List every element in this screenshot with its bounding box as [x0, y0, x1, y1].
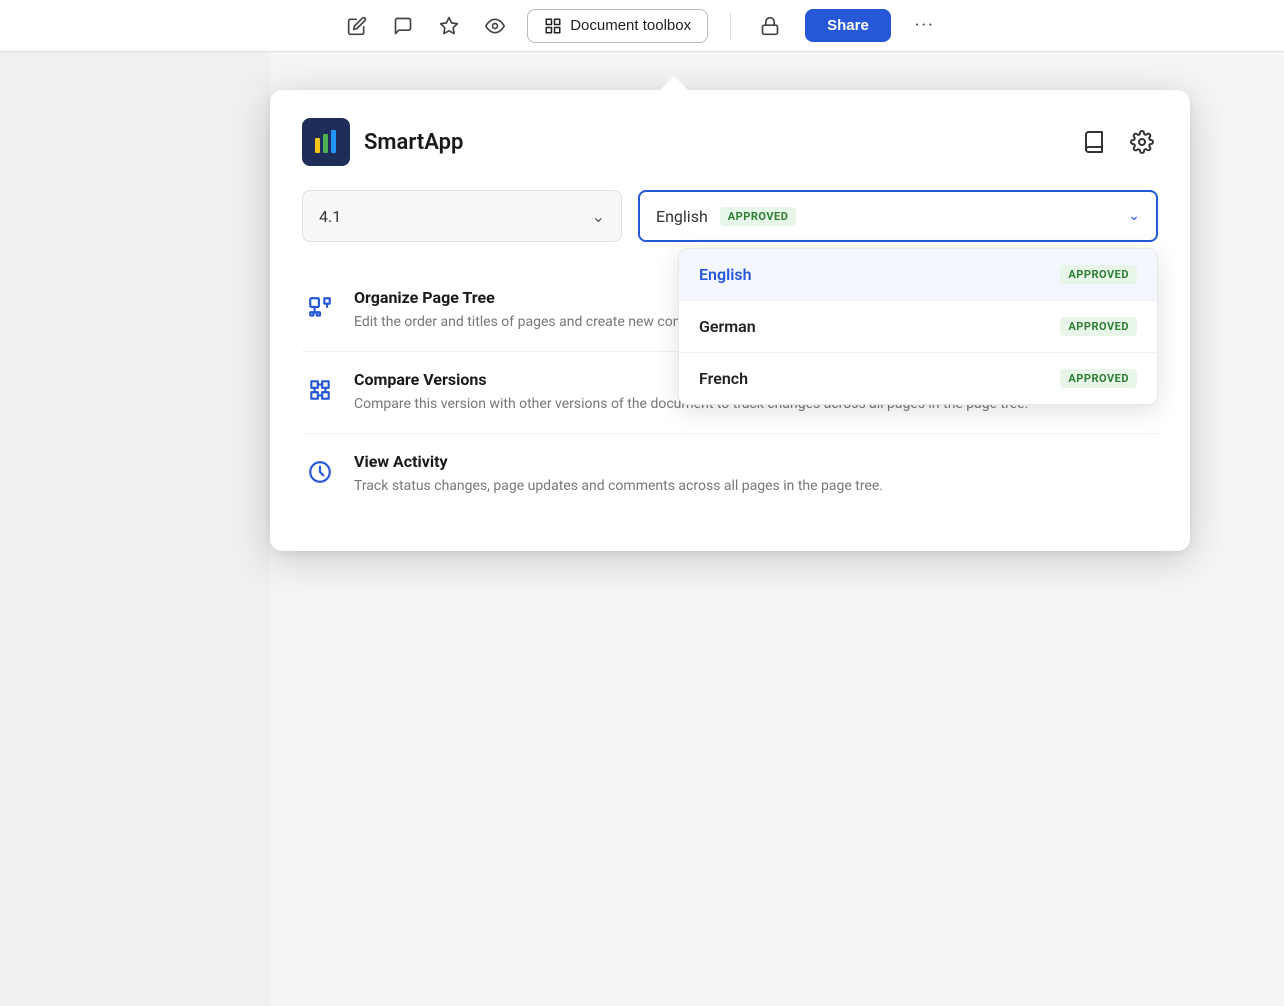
book-icon[interactable] — [1078, 126, 1110, 158]
version-select[interactable]: 4.1 ⌄ — [302, 190, 622, 242]
dropdown-french-label: French — [699, 369, 748, 388]
approved-badge: APPROVED — [720, 207, 797, 226]
toolbar-icons: Document toolbox Share ··· — [343, 9, 941, 43]
dropdown-german-label: German — [699, 317, 756, 336]
activity-desc: Track status changes, page updates and c… — [354, 476, 1158, 497]
dropdown-french-badge: APPROVED — [1060, 369, 1137, 388]
document-toolbox-panel: SmartApp 4.1 — [270, 90, 1190, 551]
lang-left: English APPROVED — [656, 207, 796, 226]
dropdown-item-english[interactable]: English APPROVED — [679, 249, 1157, 301]
activity-icon — [302, 454, 338, 490]
dropdown-item-german[interactable]: German APPROVED — [679, 301, 1157, 353]
dropdown-english-label: English — [699, 265, 752, 284]
view-icon[interactable] — [481, 12, 509, 40]
more-options-button[interactable]: ··· — [909, 10, 941, 42]
app-logo-area: SmartApp — [302, 118, 463, 166]
app-name: SmartApp — [364, 130, 463, 155]
language-dropdown: English APPROVED German APPROVED French … — [678, 248, 1158, 405]
app-logo — [302, 118, 350, 166]
top-bar: Document toolbox Share ··· — [0, 0, 1284, 52]
settings-icon[interactable] — [1126, 126, 1158, 158]
lock-icon[interactable] — [753, 9, 787, 43]
organize-icon — [302, 290, 338, 326]
language-chevron-down: ⌄ — [1128, 208, 1140, 224]
toolbar-divider — [730, 12, 731, 40]
star-icon[interactable] — [435, 12, 463, 40]
dropdown-english-badge: APPROVED — [1060, 265, 1137, 284]
document-toolbox-label: Document toolbox — [570, 17, 691, 34]
version-value: 4.1 — [319, 207, 341, 226]
share-button[interactable]: Share — [805, 9, 891, 42]
controls-row: 4.1 ⌄ English APPROVED ⌄ English APPROVE… — [302, 190, 1158, 242]
menu-item-activity[interactable]: View Activity Track status changes, page… — [302, 434, 1158, 515]
left-sidebar — [0, 52, 270, 1006]
language-select[interactable]: English APPROVED ⌄ — [638, 190, 1158, 242]
panel-app-header: SmartApp — [302, 118, 1158, 166]
dropdown-german-badge: APPROVED — [1060, 317, 1137, 336]
dropdown-item-french[interactable]: French APPROVED — [679, 353, 1157, 404]
edit-icon[interactable] — [343, 12, 371, 40]
activity-content: View Activity Track status changes, page… — [354, 452, 1158, 497]
panel-header-icons — [1078, 126, 1158, 158]
version-chevron: ⌄ — [592, 207, 605, 226]
activity-title: View Activity — [354, 452, 1158, 471]
comment-icon[interactable] — [389, 12, 417, 40]
language-value: English — [656, 207, 708, 226]
compare-icon — [302, 372, 338, 408]
document-toolbox-button[interactable]: Document toolbox — [527, 9, 708, 43]
main-area: SmartApp 4.1 — [0, 52, 1284, 1006]
